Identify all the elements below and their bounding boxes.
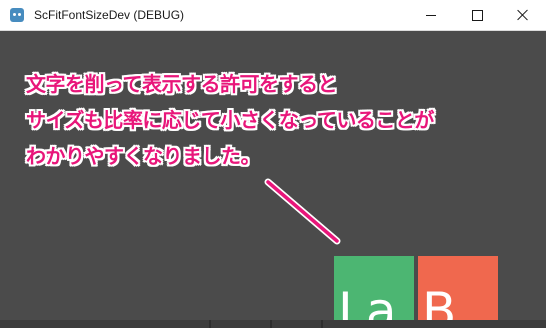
bottom-divider: [209, 320, 211, 328]
label-tile-la: La: [334, 256, 414, 328]
bottom-divider: [321, 320, 323, 328]
label-tile-b: B: [418, 256, 498, 328]
bottom-panel-strip: [0, 320, 546, 328]
bottom-divider: [270, 320, 272, 328]
